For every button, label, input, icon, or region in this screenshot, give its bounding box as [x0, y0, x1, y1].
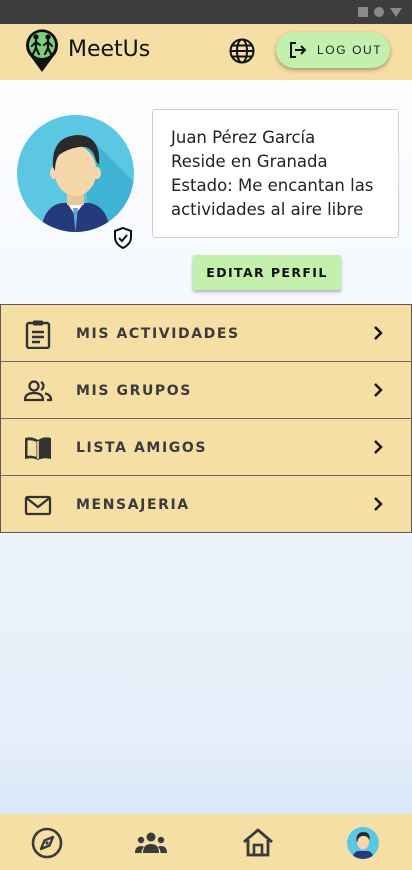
globe-icon[interactable] [228, 37, 256, 65]
menu-item-label: MENSAJERIA [76, 497, 190, 513]
book-icon [25, 437, 51, 460]
profile-avatar-icon [347, 827, 379, 859]
menu-item-mensajeria[interactable]: MENSAJERIA [1, 476, 411, 532]
bottom-navigation [0, 814, 412, 870]
chevron-right-icon [374, 440, 383, 454]
nav-explore-button[interactable] [30, 826, 64, 860]
square-status-icon [358, 7, 368, 17]
logout-button[interactable]: LOG OUT [276, 32, 390, 68]
profile-info-card: Juan Pérez García Reside en Granada Esta… [152, 109, 399, 238]
logout-icon [290, 42, 307, 58]
home-icon [243, 828, 273, 857]
menu-item-label: MIS GRUPOS [76, 383, 192, 399]
chevron-right-icon [374, 383, 383, 397]
user-avatar-image [17, 115, 134, 232]
profile-avatar[interactable] [17, 115, 134, 232]
meetus-logo-icon [26, 29, 59, 72]
verified-shield-icon [114, 226, 132, 250]
circle-status-icon [374, 7, 384, 17]
edit-profile-button[interactable]: EDITAR PERFIL [193, 255, 341, 290]
nav-profile-button[interactable] [346, 826, 380, 860]
menu-item-lista-amigos[interactable]: LISTA AMIGOS [1, 419, 411, 476]
clipboard-icon [25, 320, 51, 349]
profile-name: Juan Pérez García [171, 128, 316, 147]
profile-menu: MIS ACTIVIDADES MIS GRUPOS LISTA AMIGOS [0, 304, 412, 533]
triangle-status-icon [390, 8, 402, 17]
menu-item-mis-actividades[interactable]: MIS ACTIVIDADES [1, 305, 411, 362]
app-title: MeetUs [68, 37, 151, 62]
groups-icon [135, 832, 167, 853]
chevron-right-icon [374, 326, 383, 340]
compass-icon [31, 827, 63, 859]
menu-item-mis-grupos[interactable]: MIS GRUPOS [1, 362, 411, 419]
people-icon [23, 380, 53, 402]
profile-residence: Reside en Granada [171, 152, 328, 171]
profile-status-line-2: actividades al aire libre [171, 200, 364, 219]
system-status-bar [0, 0, 412, 24]
nav-home-button[interactable] [241, 826, 275, 860]
app-header: MeetUs LOG OUT [0, 24, 412, 80]
nav-groups-button[interactable] [134, 826, 168, 860]
mail-icon [24, 495, 52, 516]
chevron-right-icon [374, 497, 383, 511]
logout-label: LOG OUT [317, 43, 383, 57]
menu-item-label: LISTA AMIGOS [76, 440, 208, 456]
menu-item-label: MIS ACTIVIDADES [76, 326, 240, 342]
profile-status-line-1: Estado: Me encantan las [171, 176, 374, 195]
